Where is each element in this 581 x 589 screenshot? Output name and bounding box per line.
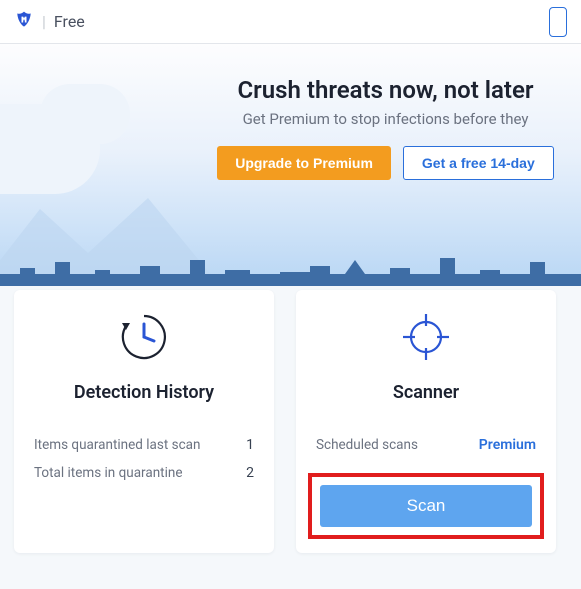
scan-button[interactable]: Scan — [320, 485, 532, 527]
malwarebytes-logo-icon — [14, 10, 34, 34]
detection-history-card[interactable]: Detection History Items quarantined last… — [14, 290, 274, 553]
brand-divider: | — [42, 12, 46, 31]
scanner-card[interactable]: Scanner Scheduled scans Premium Scan — [296, 290, 556, 553]
hero-subtitle: Get Premium to stop infections before th… — [190, 110, 581, 128]
cards-row: Detection History Items quarantined last… — [14, 290, 581, 553]
hero-title: Crush threats now, not later — [190, 76, 581, 104]
stat-value: 2 — [246, 465, 254, 481]
stat-label: Total items in quarantine — [34, 465, 182, 481]
skyline-decoration — [0, 252, 581, 286]
scan-highlight-box: Scan — [308, 473, 544, 539]
stat-row-last-scan: Items quarantined last scan 1 — [34, 431, 254, 459]
topbar-action-button[interactable] — [549, 7, 567, 37]
upgrade-button[interactable]: Upgrade to Premium — [217, 146, 391, 180]
history-card-title: Detection History — [34, 382, 254, 403]
scanner-target-icon — [399, 310, 453, 368]
hero-banner: Crush threats now, not later Get Premium… — [0, 44, 581, 286]
history-clock-icon — [117, 310, 171, 368]
hero-button-row: Upgrade to Premium Get a free 14-day — [190, 146, 581, 180]
stat-row-total-quarantine: Total items in quarantine 2 — [34, 459, 254, 487]
premium-link[interactable]: Premium — [479, 437, 536, 453]
plan-label: Free — [54, 12, 85, 31]
brand-block: | Free — [14, 10, 85, 34]
hero-content: Crush threats now, not later Get Premium… — [0, 44, 581, 180]
top-bar: | Free — [0, 0, 581, 44]
stat-row-scheduled: Scheduled scans Premium — [316, 431, 536, 459]
free-trial-button[interactable]: Get a free 14-day — [403, 146, 554, 180]
stat-label: Items quarantined last scan — [34, 437, 200, 453]
scanner-card-title: Scanner — [316, 382, 536, 403]
stat-label: Scheduled scans — [316, 437, 418, 453]
stat-value: 1 — [246, 437, 254, 453]
